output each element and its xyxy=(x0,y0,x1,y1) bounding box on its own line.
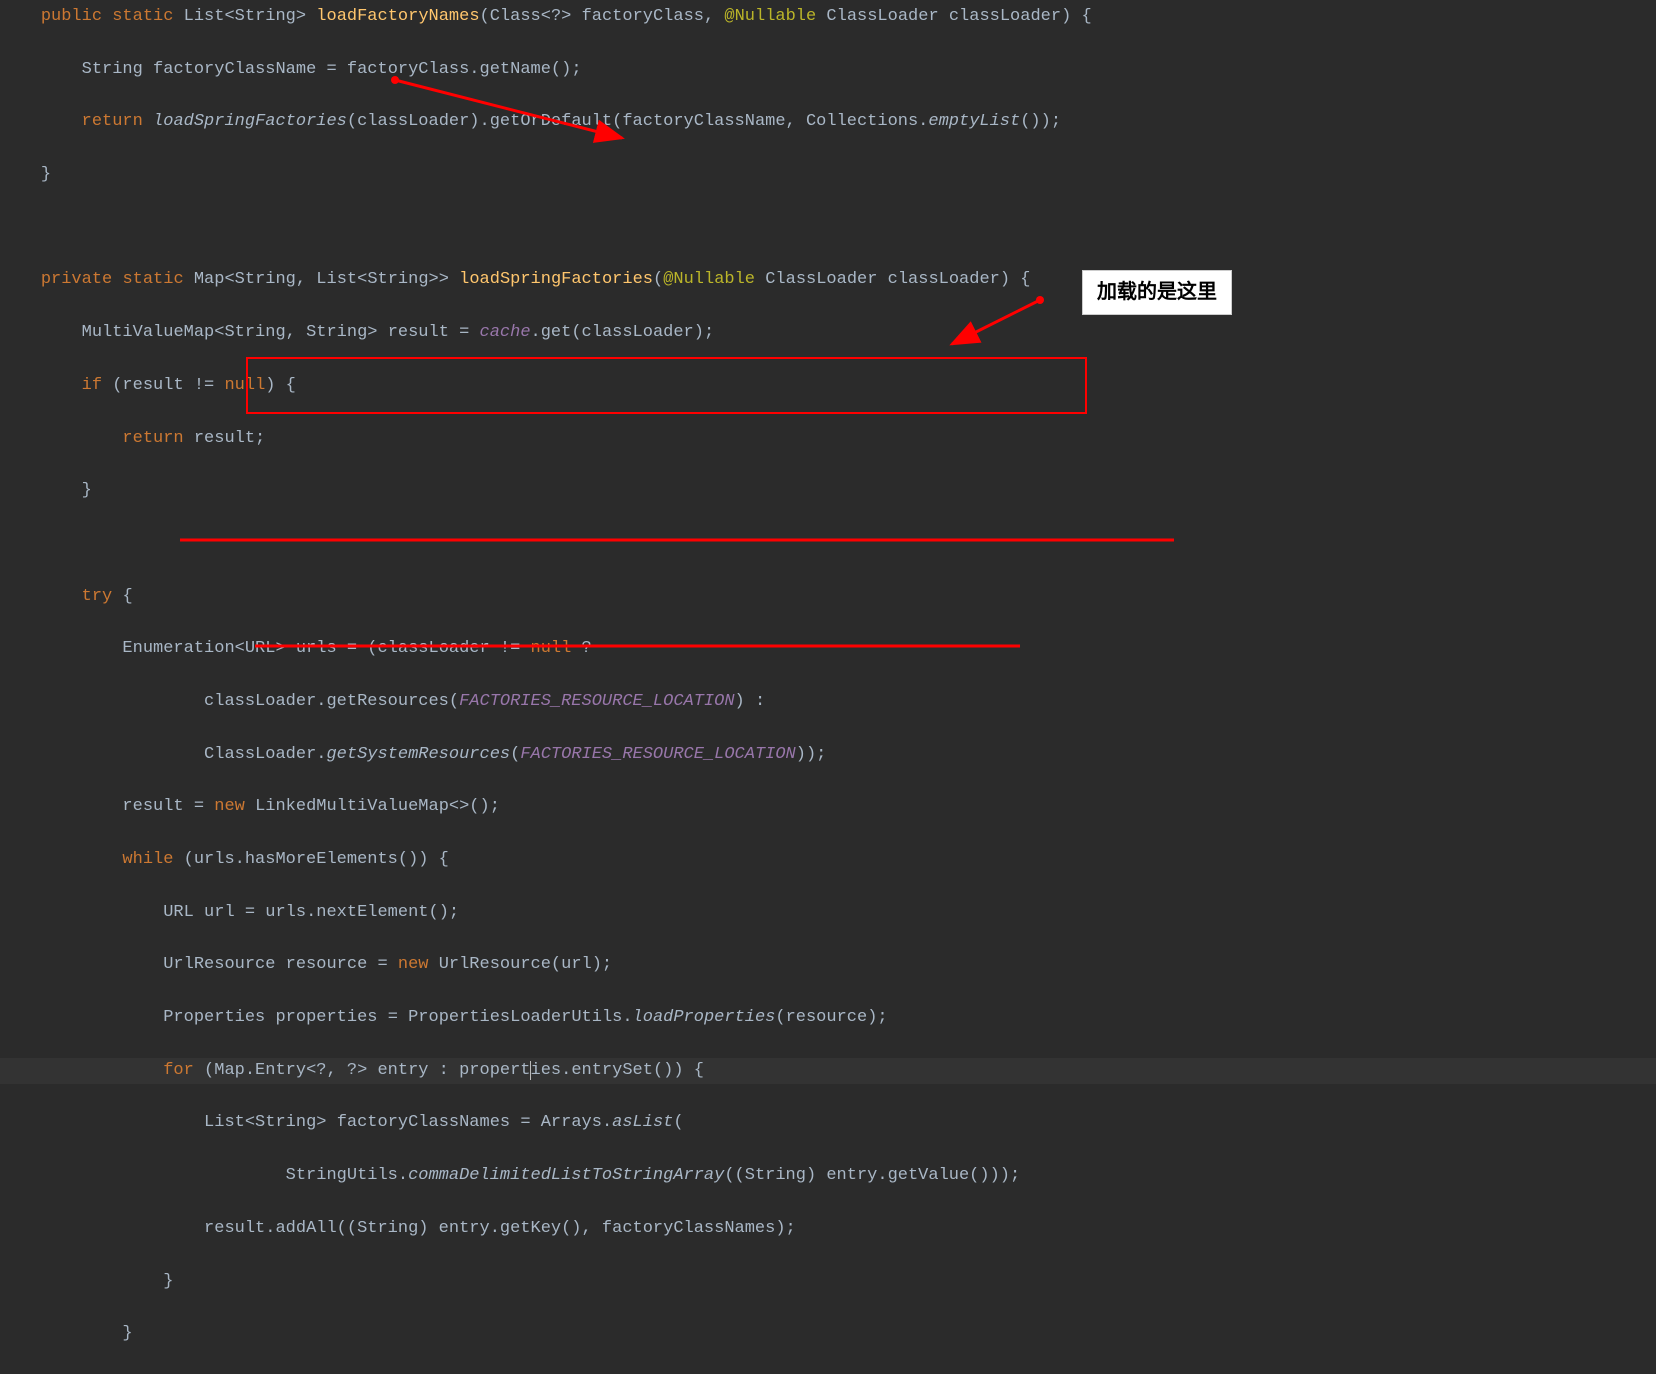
code-line: classLoader.getResources(FACTORIES_RESOU… xyxy=(0,689,1656,715)
code-line: result.addAll((String) entry.getKey(), f… xyxy=(0,1216,1656,1242)
code-line-highlighted: for (Map.Entry<?, ?> entry : properties.… xyxy=(0,1058,1656,1084)
code-line: URL url = urls.nextElement(); xyxy=(0,900,1656,926)
code-line: Properties properties = PropertiesLoader… xyxy=(0,1005,1656,1031)
annotation-callout: 加载的是这里 xyxy=(1082,270,1232,315)
code-line: result = new LinkedMultiValueMap<>(); xyxy=(0,794,1656,820)
code-line: ClassLoader.getSystemResources(FACTORIES… xyxy=(0,742,1656,768)
code-line: private static Map<String, List<String>>… xyxy=(0,267,1656,293)
code-line: UrlResource resource = new UrlResource(u… xyxy=(0,952,1656,978)
code-line: StringUtils.commaDelimitedListToStringAr… xyxy=(0,1163,1656,1189)
code-line: String factoryClassName = factoryClass.g… xyxy=(0,57,1656,83)
code-line: MultiValueMap<String, String> result = c… xyxy=(0,320,1656,346)
code-line: if (result != null) { xyxy=(0,373,1656,399)
code-line: } xyxy=(0,1269,1656,1295)
code-line: try { xyxy=(0,584,1656,610)
code-line xyxy=(0,531,1656,557)
code-line xyxy=(0,215,1656,241)
code-line: } xyxy=(0,478,1656,504)
code-line: public static List<String> loadFactoryNa… xyxy=(0,4,1656,30)
code-line: Enumeration<URL> urls = (classLoader != … xyxy=(0,636,1656,662)
code-editor[interactable]: public static List<String> loadFactoryNa… xyxy=(0,4,1656,1374)
code-line: return loadSpringFactories(classLoader).… xyxy=(0,109,1656,135)
code-line: } xyxy=(0,1321,1656,1347)
code-line: } xyxy=(0,162,1656,188)
code-line: while (urls.hasMoreElements()) { xyxy=(0,847,1656,873)
code-line: return result; xyxy=(0,426,1656,452)
code-line: List<String> factoryClassNames = Arrays.… xyxy=(0,1110,1656,1136)
